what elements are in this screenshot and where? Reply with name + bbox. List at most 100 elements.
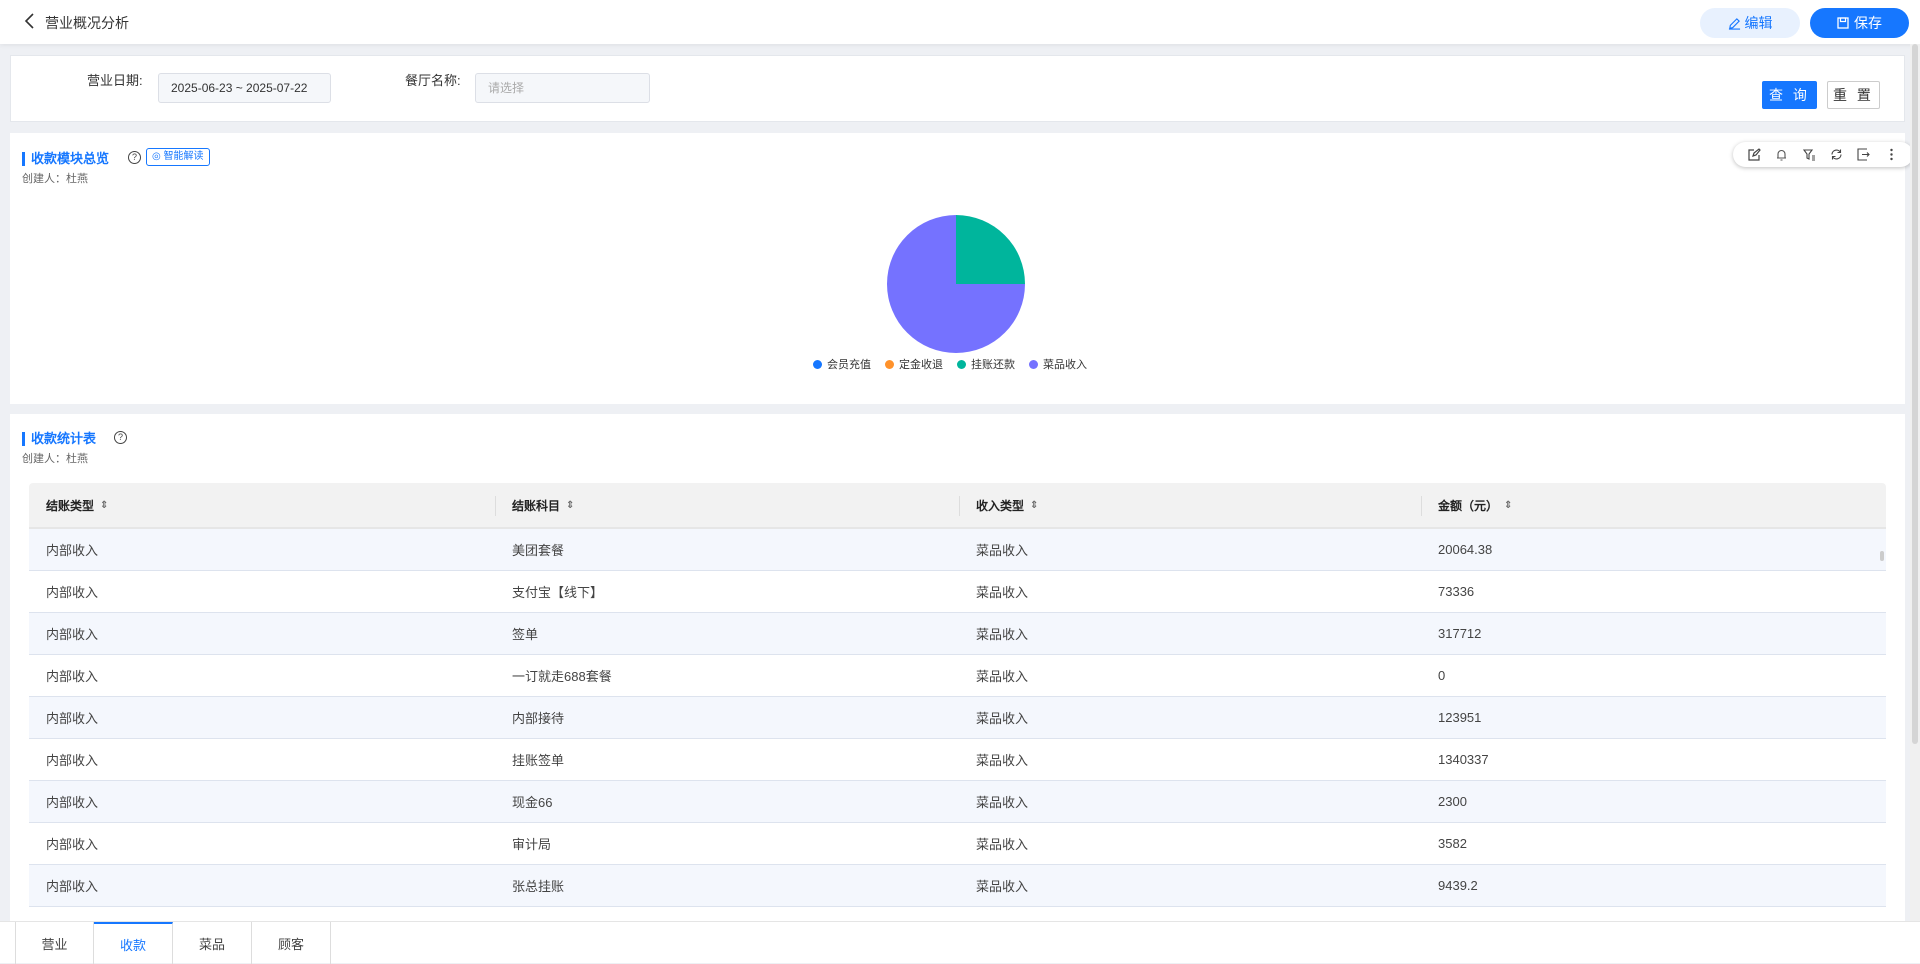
table-cell: 菜品收入 <box>976 627 1029 642</box>
column-label: 金额（元） <box>1438 498 1499 513</box>
table-cell: 菜品收入 <box>976 879 1029 894</box>
page-title: 营业概况分析 <box>45 15 129 31</box>
table-row[interactable]: 内部收入 张总挂账 菜品收入 9439.2 <box>29 865 1886 907</box>
more-icon[interactable] <box>1883 147 1899 163</box>
table-row[interactable]: 内部收入 美团套餐 菜品收入 20064.38 <box>29 529 1886 571</box>
sort-icon[interactable]: ⇕ <box>100 500 108 511</box>
table-cell: 菜品收入 <box>976 753 1029 768</box>
legend-label: 会员充值 <box>827 359 871 371</box>
table-cell: 张总挂账 <box>512 879 565 894</box>
table-cell: 菜品收入 <box>976 795 1029 810</box>
table-cell: 一订就走688套餐 <box>512 669 612 684</box>
help-icon[interactable]: ? <box>128 151 141 164</box>
table-cell: 内部收入 <box>46 879 99 894</box>
tab-2[interactable]: 菜品 <box>173 922 252 964</box>
sort-icon[interactable]: ⇕ <box>1030 500 1038 511</box>
column-header[interactable]: 结账科目 ⇕ <box>495 483 959 527</box>
query-button[interactable]: 查 询 <box>1762 81 1817 109</box>
chart-toolbar <box>1733 142 1913 167</box>
table-row[interactable]: 内部收入 支付宝【线下】 菜品收入 73336 <box>29 571 1886 613</box>
ai-interpret-button[interactable]: ◎ 智能解读 <box>146 148 210 166</box>
table-cell: 审计局 <box>512 837 552 852</box>
table-section-title: 收款统计表 <box>22 432 96 446</box>
column-label: 结账科目 <box>512 498 561 513</box>
stats-table-card: 收款统计表 ? 创建人：杜燕 结账类型 ⇕ 结账科目 ⇕ 收入类型 ⇕ 金额（元） ⇕ 内部收… <box>10 414 1905 921</box>
table-scrollbar[interactable] <box>1880 551 1884 561</box>
pie-slice-挂账还款[interactable] <box>956 215 1025 284</box>
table-cell: 内部收入 <box>46 543 99 558</box>
table-cell: 菜品收入 <box>976 585 1029 600</box>
table-cell: 内部收入 <box>46 837 99 852</box>
column-header[interactable]: 金额（元） ⇕ <box>1421 483 1876 527</box>
restaurant-label: 餐厅名称: <box>405 73 461 88</box>
table-cell: 内部收入 <box>46 585 99 600</box>
column-label: 结账类型 <box>46 498 95 513</box>
edit-button[interactable]: 编辑 <box>1700 8 1800 38</box>
table-cell: 73336 <box>1438 584 1475 599</box>
legend-label: 定金收退 <box>899 359 943 371</box>
legend-item[interactable]: 菜品收入 <box>1029 356 1087 372</box>
top-bar: 营业概况分析 编辑 保存 <box>0 0 1920 44</box>
table-row[interactable]: 内部收入 内部接待 菜品收入 123951 <box>29 697 1886 739</box>
filter-icon[interactable] <box>1801 147 1817 163</box>
legend-dot-icon <box>813 359 822 369</box>
bell-icon[interactable] <box>1774 147 1790 163</box>
table-cell: 内部收入 <box>46 627 99 642</box>
date-range-input[interactable]: 2025-06-23 ~ 2025-07-22 <box>158 73 331 103</box>
tab-3[interactable]: 顾客 <box>252 922 331 964</box>
table-cell: 9439.2 <box>1438 878 1478 893</box>
reset-button[interactable]: 重 置 <box>1827 81 1880 109</box>
page-scrollbar[interactable] <box>1910 44 1920 921</box>
table-cell: 317712 <box>1438 626 1482 641</box>
tab-1[interactable]: 收款 <box>94 922 173 964</box>
scrollbar-thumb[interactable] <box>1912 44 1918 744</box>
table-cell: 2300 <box>1438 794 1467 809</box>
creator-label: 创建人：杜燕 <box>22 173 88 185</box>
date-label: 营业日期: <box>87 73 143 88</box>
tab-0[interactable]: 营业 <box>15 922 94 964</box>
save-icon <box>1837 17 1849 29</box>
table-row[interactable]: 内部收入 签单 菜品收入 317712 <box>29 613 1886 655</box>
table-cell: 菜品收入 <box>976 669 1029 684</box>
table-row[interactable]: 内部收入 现金66 菜品收入 2300 <box>29 781 1886 823</box>
legend-label: 菜品收入 <box>1043 359 1087 371</box>
help-icon[interactable]: ? <box>114 431 127 444</box>
sort-icon[interactable]: ⇕ <box>1504 500 1512 511</box>
table-cell: 内部收入 <box>46 753 99 768</box>
legend-item[interactable]: 定金收退 <box>885 356 943 372</box>
save-button[interactable]: 保存 <box>1810 8 1909 38</box>
edit-icon[interactable] <box>1747 147 1763 163</box>
legend-label: 挂账还款 <box>971 359 1015 371</box>
save-label: 保存 <box>1854 15 1882 31</box>
table-cell: 菜品收入 <box>976 837 1029 852</box>
legend-item[interactable]: 会员充值 <box>813 356 871 372</box>
table-body: 内部收入 美团套餐 菜品收入 20064.38 内部收入 支付宝【线下】 菜品收入 73336… <box>29 529 1886 907</box>
back-arrow-icon[interactable] <box>20 11 40 31</box>
ai-icon: ◎ <box>152 151 164 162</box>
refresh-icon[interactable] <box>1829 147 1845 163</box>
sort-icon[interactable]: ⇕ <box>566 500 574 511</box>
creator-label: 创建人：杜燕 <box>22 453 88 465</box>
pencil-icon <box>1728 17 1740 30</box>
table-cell: 支付宝【线下】 <box>512 585 604 600</box>
table-cell: 1340337 <box>1438 752 1489 767</box>
table-cell: 内部收入 <box>46 669 99 684</box>
edit-label: 编辑 <box>1744 15 1773 31</box>
export-icon[interactable] <box>1856 147 1872 163</box>
legend-dot-icon <box>957 359 966 369</box>
column-header[interactable]: 结账类型 ⇕ <box>29 483 495 527</box>
ai-label: 智能解读 <box>163 151 204 162</box>
restaurant-select[interactable]: 请选择 <box>475 73 650 103</box>
table-cell: 123951 <box>1438 710 1482 725</box>
table-row[interactable]: 内部收入 挂账签单 菜品收入 1340337 <box>29 739 1886 781</box>
legend-item[interactable]: 挂账还款 <box>957 356 1015 372</box>
table-cell: 美团套餐 <box>512 543 565 558</box>
table-row[interactable]: 内部收入 一订就走688套餐 菜品收入 0 <box>29 655 1886 697</box>
table-cell: 内部接待 <box>512 711 565 726</box>
filter-panel: 营业日期: 2025-06-23 ~ 2025-07-22 餐厅名称: 请选择 … <box>10 55 1905 122</box>
pie-chart <box>887 215 1025 353</box>
table-cell: 20064.38 <box>1438 542 1493 557</box>
table-row[interactable]: 内部收入 审计局 菜品收入 3582 <box>29 823 1886 865</box>
column-header[interactable]: 收入类型 ⇕ <box>959 483 1421 527</box>
chart-legend: 会员充值 定金收退 挂账还款 菜品收入 <box>813 356 1087 372</box>
